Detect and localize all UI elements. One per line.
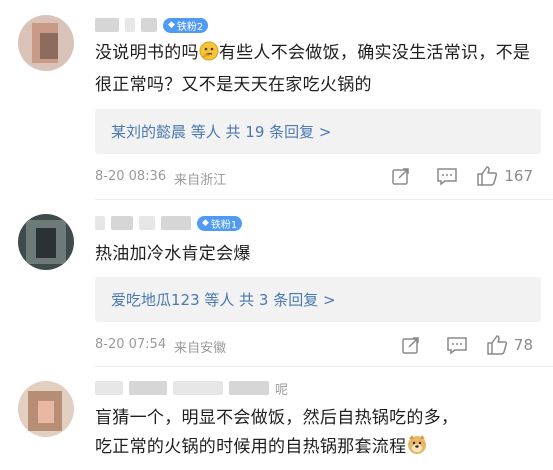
avatar[interactable] (18, 381, 74, 437)
comment-actions: 78 (388, 333, 533, 357)
thumbs-up-icon (477, 166, 498, 186)
username[interactable]: ◆ 铁粉2 (95, 16, 209, 34)
username[interactable]: ◆ 铁粉1 (95, 214, 243, 232)
comment-icon (437, 168, 458, 186)
like-button[interactable]: 78 (486, 333, 533, 357)
forward-button[interactable] (388, 333, 434, 357)
thumbs-up-icon (487, 335, 507, 355)
doge-emoji-icon (406, 433, 428, 465)
fan-badge: ◆ 铁粉1 (197, 215, 243, 231)
fan-badge: ◆ 铁粉2 (163, 17, 209, 33)
comment-item: ◆ 铁粉1 热油加冷水肯定会爆 爱吃地瓜123 等人 共 3 条回复 > 8-2… (0, 200, 553, 370)
like-button[interactable]: 167 (476, 164, 533, 188)
comment-button[interactable] (424, 164, 470, 188)
comment-text: 热油加冷水肯定会爆 (95, 244, 251, 264)
comment-icon (447, 337, 467, 355)
avatar[interactable] (18, 15, 74, 71)
username[interactable]: 呢 (95, 379, 288, 398)
avatar[interactable] (18, 214, 74, 270)
replies-link[interactable]: 某刘的懿晨 等人 共 19 条回复 > (95, 109, 541, 154)
comment-text: 盲猜一个，明显不会做饭，然后自热锅吃的多， 吃正常的火锅的时候用的自热锅那套流程 (95, 404, 540, 465)
comment-meta: 8-20 08:36 来自浙江 (95, 169, 227, 188)
comment-item: 呢 盲猜一个，明显不会做饭，然后自热锅吃的多， 吃正常的火锅的时候用的自热锅那套… (0, 367, 553, 470)
comment-text: 没说明书的吗 有些人不会做饭，确实没生活常识，不是很正常吗？又不是天天在家吃火锅的 (95, 41, 531, 95)
comment-actions: 167 (378, 164, 533, 188)
thinking-emoji-icon (199, 41, 219, 71)
forward-icon (392, 168, 410, 185)
diamond-icon: ◆ (202, 218, 209, 228)
forward-icon (402, 337, 419, 354)
comment-meta: 8-20 07:54 来自安徽 (95, 337, 227, 356)
diamond-icon: ◆ (168, 20, 175, 30)
replies-link[interactable]: 爱吃地瓜123 等人 共 3 条回复 > (95, 277, 541, 322)
comment-button[interactable] (434, 333, 480, 357)
comment-item: ◆ 铁粉2 没说明书的吗 有些人不会做饭，确实没生活常识，不是很正常吗？又不是天天… (0, 0, 553, 200)
forward-button[interactable] (378, 164, 424, 188)
